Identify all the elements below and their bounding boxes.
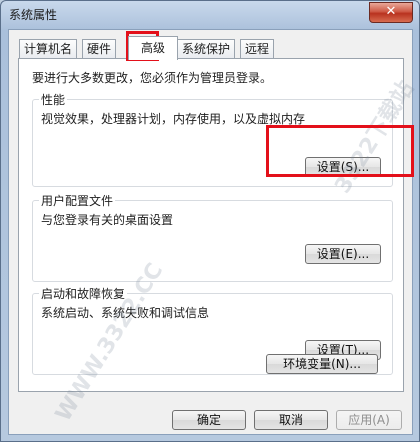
title-bar[interactable]: 系统属性 ✕ [1, 1, 419, 27]
admin-notice: 要进行大多数更改，您必须作为管理员登录。 [32, 71, 273, 85]
environment-variables-button[interactable]: 环境变量(N)... [266, 354, 378, 374]
apply-button[interactable]: 应用(A) [336, 410, 402, 430]
startup-recovery-title: 启动和故障恢复 [39, 285, 128, 302]
ok-button[interactable]: 确定 [172, 410, 246, 430]
user-profile-group: 用户配置文件 与您登录有关的桌面设置 设置(E)... [32, 192, 393, 282]
performance-desc: 视觉效果，处理器计划，内存使用，以及虚拟内存 [41, 112, 306, 126]
tab-computer-name[interactable]: 计算机名 [19, 39, 78, 59]
performance-settings-button[interactable]: 设置(S)... [305, 157, 381, 177]
user-profile-title: 用户配置文件 [39, 192, 116, 209]
close-button[interactable]: ✕ [369, 2, 413, 23]
dialog-client: 计算机名 硬件 高级 系统保护 远程 要进行大多数更改，您必须作为管理员登录。 … [8, 29, 419, 435]
tab-advanced[interactable]: 高级 [128, 36, 178, 60]
cancel-button[interactable]: 取消 [254, 410, 328, 430]
performance-title: 性能 [39, 91, 68, 108]
window-title: 系统属性 [9, 8, 58, 22]
user-profile-desc: 与您登录有关的桌面设置 [41, 213, 174, 227]
system-properties-window: 系统属性 ✕ 计算机名 硬件 高级 系统保护 远程 要进行大多数更改，您必须作为… [0, 0, 420, 442]
tab-hardware[interactable]: 硬件 [82, 39, 117, 59]
tab-system-protection[interactable]: 系统保护 [177, 39, 236, 59]
tab-remote[interactable]: 远程 [240, 39, 275, 59]
user-profile-settings-button[interactable]: 设置(E)... [305, 244, 381, 264]
startup-recovery-desc: 系统启动、系统失败和调试信息 [41, 306, 210, 320]
advanced-tab-panel: 要进行大多数更改，您必须作为管理员登录。 性能 视觉效果，处理器计划，内存使用，… [18, 58, 404, 392]
performance-group: 性能 视觉效果，处理器计划，内存使用，以及虚拟内存 设置(S)... [32, 91, 393, 187]
